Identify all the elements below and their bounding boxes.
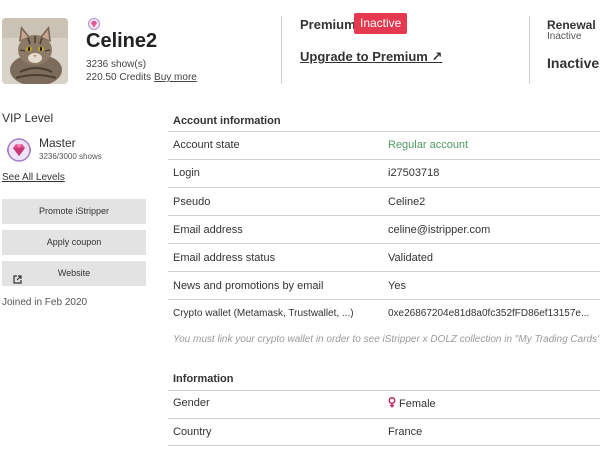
crypto-wallet-note: You must link your crypto wallet in orde…	[173, 334, 600, 345]
renewal-label: Renewal	[547, 18, 596, 32]
renewal-value: Inactive	[547, 55, 600, 71]
credits-line: 220.50 Credits Buy more	[86, 72, 197, 83]
divider	[168, 187, 600, 188]
vip-level-name: Master	[39, 136, 76, 150]
premium-label: Premium	[300, 17, 356, 32]
gender-value: Female	[399, 398, 436, 410]
divider	[168, 390, 600, 391]
account-state-label: Account state	[173, 139, 240, 151]
premium-status-badge: Inactive	[354, 13, 408, 34]
vip-progress: 3236/3000 shows	[39, 152, 102, 161]
see-all-levels-link[interactable]: See All Levels	[2, 172, 65, 183]
crypto-wallet-label: Crypto wallet (Metamask, Trustwallet, ..…	[173, 308, 354, 319]
avatar	[2, 18, 68, 84]
upgrade-premium-link[interactable]: Upgrade to Premium ↗	[300, 49, 442, 65]
account-state-value: Regular account	[388, 139, 469, 151]
vip-level-title: VIP Level	[2, 111, 54, 125]
email-status-value: Validated	[388, 252, 434, 264]
divider	[168, 159, 600, 160]
apply-coupon-button[interactable]: Apply coupon	[2, 230, 146, 255]
female-icon	[388, 397, 396, 411]
divider	[281, 16, 282, 84]
divider	[168, 131, 600, 132]
email-status-label: Email address status	[173, 252, 276, 264]
renewal-sublabel: Inactive	[547, 31, 582, 42]
diamond-badge-icon	[5, 137, 33, 163]
show-count: 3236 show(s)	[86, 59, 147, 70]
joined-date: Joined in Feb 2020	[2, 297, 88, 308]
crypto-wallet-value: 0xe26867204e81d8a0fc352fFD86ef13157e...	[388, 308, 590, 319]
login-value: i27503718	[388, 167, 440, 179]
website-button[interactable]: Website	[2, 261, 146, 286]
promote-button[interactable]: Promote iStripper	[2, 199, 146, 224]
divider	[529, 16, 530, 84]
buy-more-link[interactable]: Buy more	[154, 72, 197, 83]
pseudo-label: Pseudo	[173, 196, 211, 208]
pseudo-value: Celine2	[388, 196, 426, 208]
divider	[168, 243, 600, 244]
divider	[168, 215, 600, 216]
email-value: celine@istripper.com	[388, 224, 491, 236]
login-label: Login	[173, 167, 200, 179]
divider	[168, 445, 600, 446]
divider	[168, 271, 600, 272]
username: Celine2	[86, 30, 158, 52]
country-label: Country	[173, 426, 212, 438]
external-link-icon	[13, 269, 22, 284]
gender-label: Gender	[173, 397, 210, 409]
newsletter-value: Yes	[388, 280, 406, 292]
divider	[168, 418, 600, 419]
newsletter-label: News and promotions by email	[173, 280, 324, 292]
credit-balance: 220.50 Credits	[86, 72, 152, 83]
diamond-badge-icon	[88, 17, 100, 30]
gender-value-cell: Female	[388, 397, 436, 411]
email-label: Email address	[173, 224, 243, 236]
divider	[168, 299, 600, 300]
website-label: Website	[57, 268, 91, 278]
account-info-title: Account information	[173, 115, 281, 127]
information-title: Information	[173, 373, 234, 385]
country-value: France	[388, 426, 423, 438]
